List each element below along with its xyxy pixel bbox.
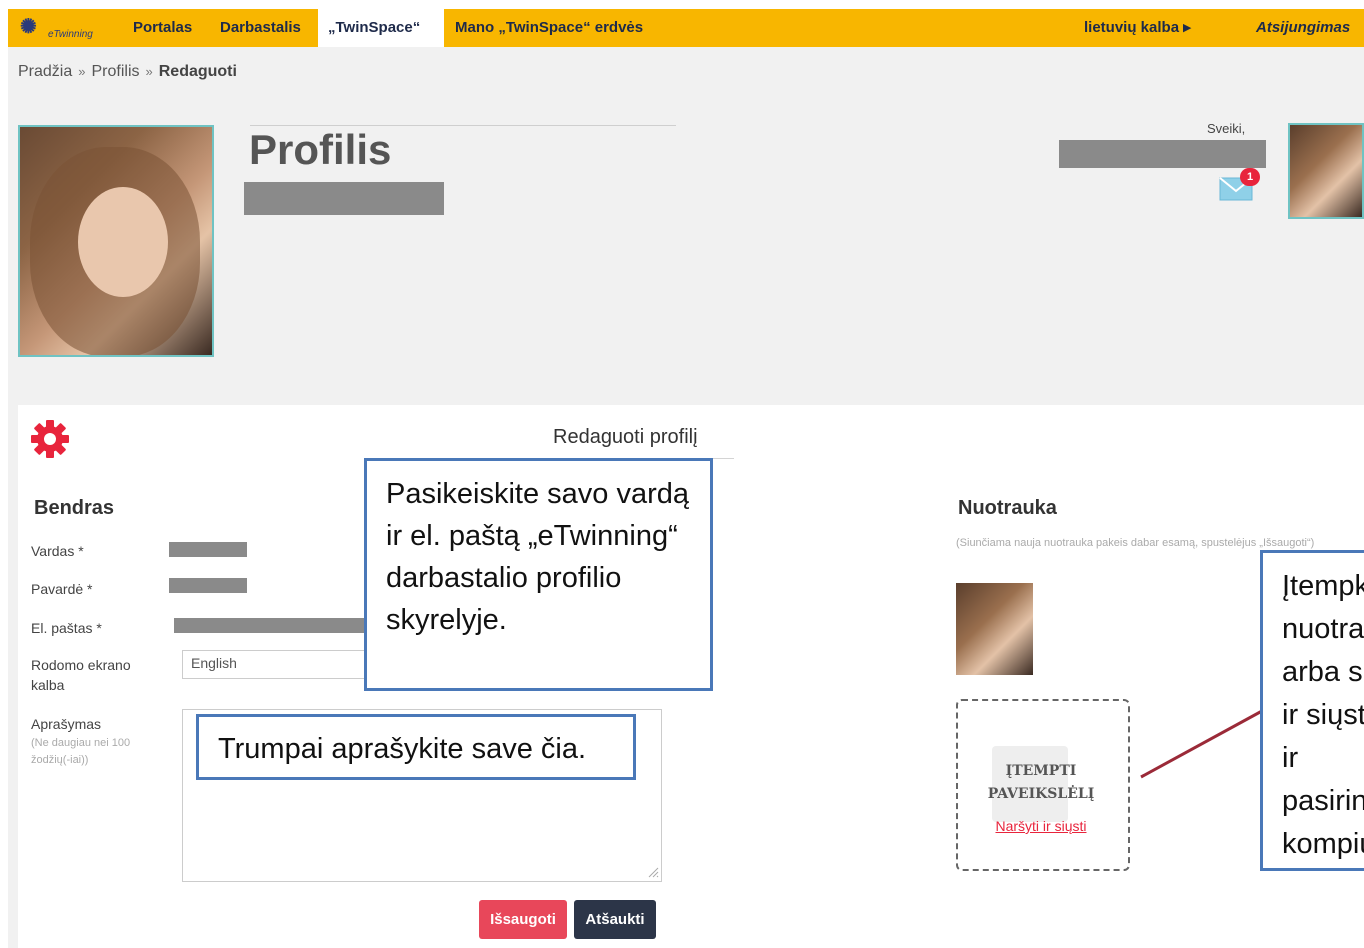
callout-photo-line: Įtempkite bbox=[1282, 570, 1364, 602]
callout-photo-text: Įtempkite nuotrauką arba spauskite „Naršyt… bbox=[1282, 565, 1364, 866]
callout-photo-line: kompiuteryje ar įrenginyje. bbox=[1282, 828, 1364, 860]
callout-photo-line: arba spauskite „Naršyti bbox=[1282, 656, 1364, 688]
callout-photo: Įtempkite nuotrauką arba spauskite „Naršyt… bbox=[1260, 550, 1364, 871]
callout-photo-line: pasirinkite ją savo bbox=[1282, 785, 1364, 817]
callout-pointer-line bbox=[1140, 709, 1263, 779]
callout-photo-line: ir bbox=[1282, 742, 1299, 774]
callout-photo-line: ir siųsti“ bbox=[1282, 699, 1364, 731]
callout-photo-line: nuotrauką bbox=[1282, 613, 1364, 645]
